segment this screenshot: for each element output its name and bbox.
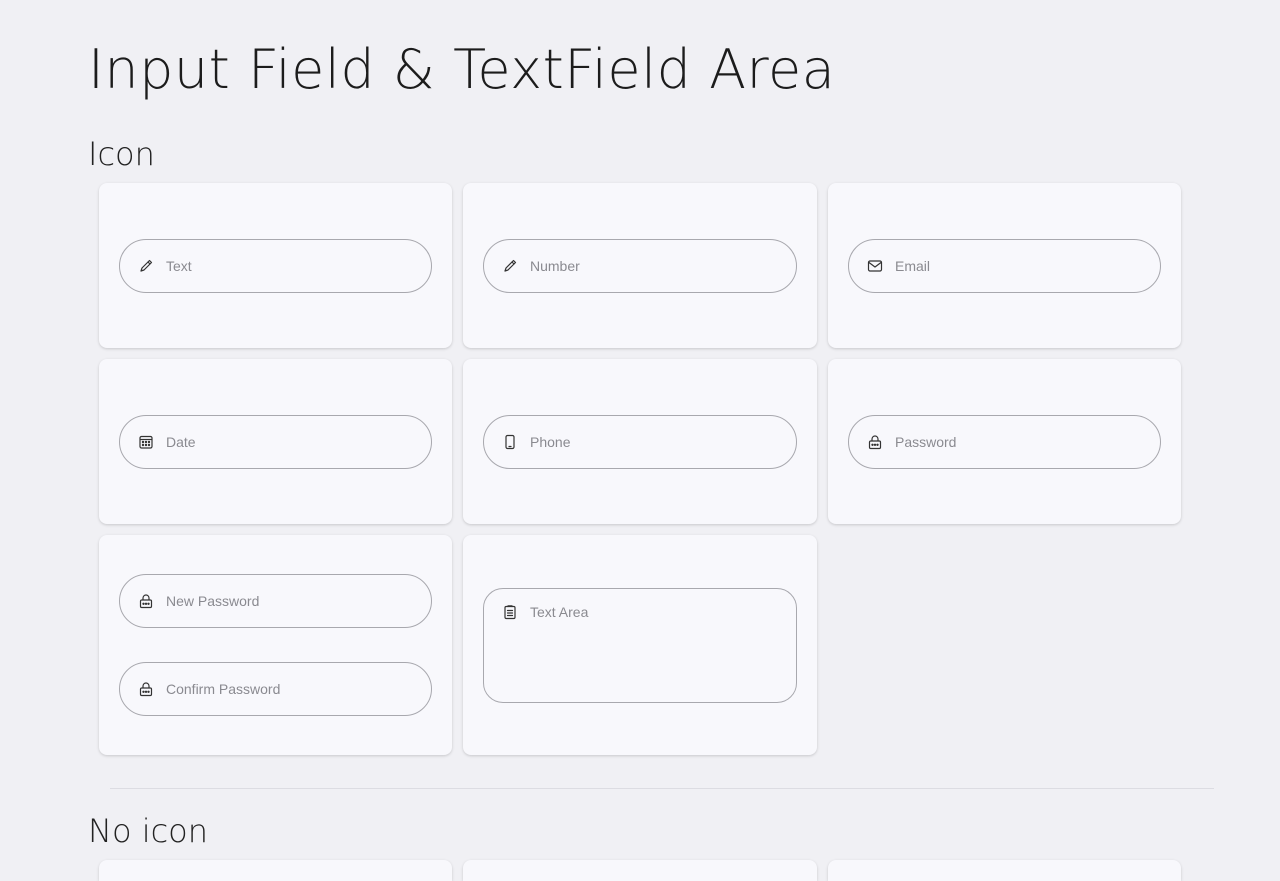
password-input[interactable]: Password — [848, 415, 1161, 469]
email-input-placeholder: Email — [895, 258, 931, 274]
new-password-input[interactable]: New Password — [119, 574, 432, 628]
date-input[interactable]: Date — [119, 415, 432, 469]
card-change-password: New Password Confirm Password — [99, 535, 452, 755]
text-area-input[interactable]: Text Area — [483, 588, 797, 703]
card-no-icon-1 — [99, 860, 452, 881]
card-text: Text — [99, 183, 452, 348]
confirm-password-placeholder: Confirm Password — [166, 681, 281, 697]
card-phone: Phone — [463, 359, 817, 524]
confirm-password-input[interactable]: Confirm Password — [119, 662, 432, 716]
card-text-area: Text Area — [463, 535, 817, 755]
clipboard-icon — [502, 604, 518, 620]
number-input-placeholder: Number — [530, 258, 580, 274]
text-area-placeholder: Text Area — [530, 604, 589, 620]
card-email: Email — [828, 183, 1181, 348]
date-input-placeholder: Date — [166, 434, 196, 450]
pencil-icon — [502, 258, 518, 274]
card-no-icon-3 — [828, 860, 1181, 881]
calendar-icon — [138, 434, 154, 450]
page-title: Input Field & TextField Area — [88, 38, 836, 101]
number-input[interactable]: Number — [483, 239, 797, 293]
text-input[interactable]: Text — [119, 239, 432, 293]
envelope-icon — [867, 258, 883, 274]
lock-icon — [867, 434, 883, 450]
pencil-icon — [138, 258, 154, 274]
email-input[interactable]: Email — [848, 239, 1161, 293]
section-title-no-icon: No icon — [88, 812, 209, 850]
section-title-icon: Icon — [88, 135, 155, 173]
card-password: Password — [828, 359, 1181, 524]
text-input-placeholder: Text — [166, 258, 192, 274]
lock-icon — [138, 593, 154, 609]
phone-input[interactable]: Phone — [483, 415, 797, 469]
password-input-placeholder: Password — [895, 434, 957, 450]
card-date: Date — [99, 359, 452, 524]
card-no-icon-2 — [463, 860, 817, 881]
new-password-placeholder: New Password — [166, 593, 260, 609]
card-number: Number — [463, 183, 817, 348]
lock-icon — [138, 681, 154, 697]
section-divider — [110, 788, 1214, 789]
phone-icon — [502, 434, 518, 450]
phone-input-placeholder: Phone — [530, 434, 571, 450]
